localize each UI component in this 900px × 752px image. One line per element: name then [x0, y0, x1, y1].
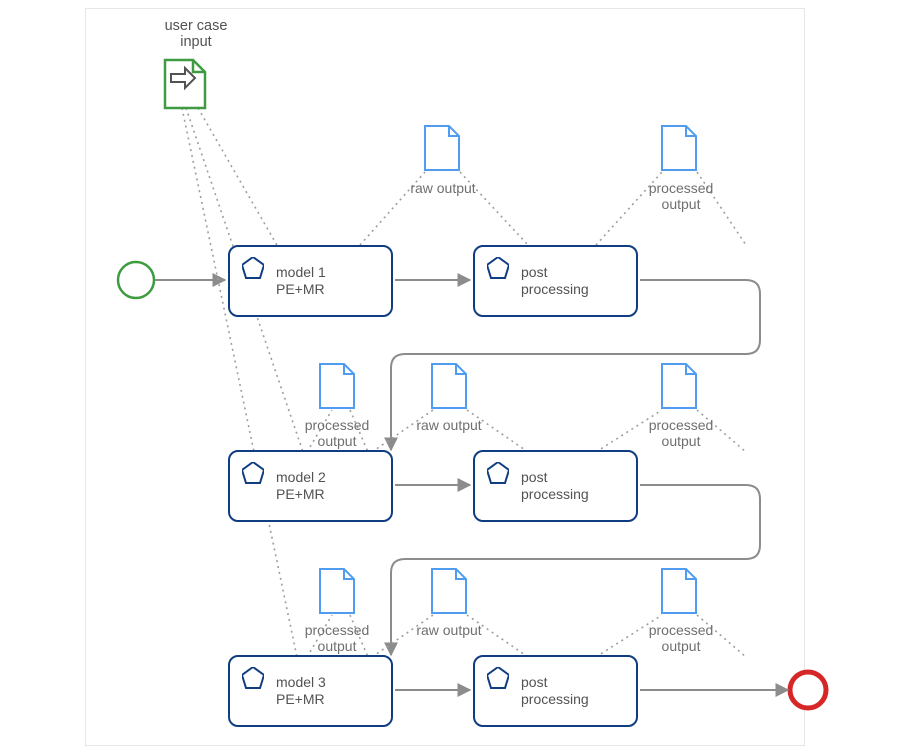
- model-3-label: model 3PE+MR: [276, 674, 326, 708]
- post-3-node: postprocessing: [473, 655, 638, 727]
- pentagon-icon: [242, 462, 264, 484]
- processed-output-3-label: processedoutput: [636, 622, 726, 654]
- pentagon-icon: [487, 462, 509, 484]
- model-2-label: model 2PE+MR: [276, 469, 326, 503]
- processed-output-1-label: processedoutput: [636, 180, 726, 212]
- raw-output-3-label: raw output: [404, 622, 494, 638]
- model-1-node: model 1PE+MR: [228, 245, 393, 317]
- pentagon-icon: [242, 257, 264, 279]
- raw-output-1-label: raw output: [398, 180, 488, 196]
- title-label: user caseinput: [156, 18, 236, 50]
- post-2-node: postprocessing: [473, 450, 638, 522]
- raw-output-2-label: raw output: [404, 417, 494, 433]
- post-3-label: postprocessing: [521, 674, 589, 708]
- processed-input-2-label: processedoutput: [292, 417, 382, 449]
- pentagon-icon: [487, 257, 509, 279]
- model-2-node: model 2PE+MR: [228, 450, 393, 522]
- processed-input-3-label: processedoutput: [292, 622, 382, 654]
- model-3-node: model 3PE+MR: [228, 655, 393, 727]
- pentagon-icon: [487, 667, 509, 689]
- processed-output-2-label: processedoutput: [636, 417, 726, 449]
- post-1-label: postprocessing: [521, 264, 589, 298]
- pentagon-icon: [242, 667, 264, 689]
- post-2-label: postprocessing: [521, 469, 589, 503]
- post-1-node: postprocessing: [473, 245, 638, 317]
- model-1-label: model 1PE+MR: [276, 264, 326, 298]
